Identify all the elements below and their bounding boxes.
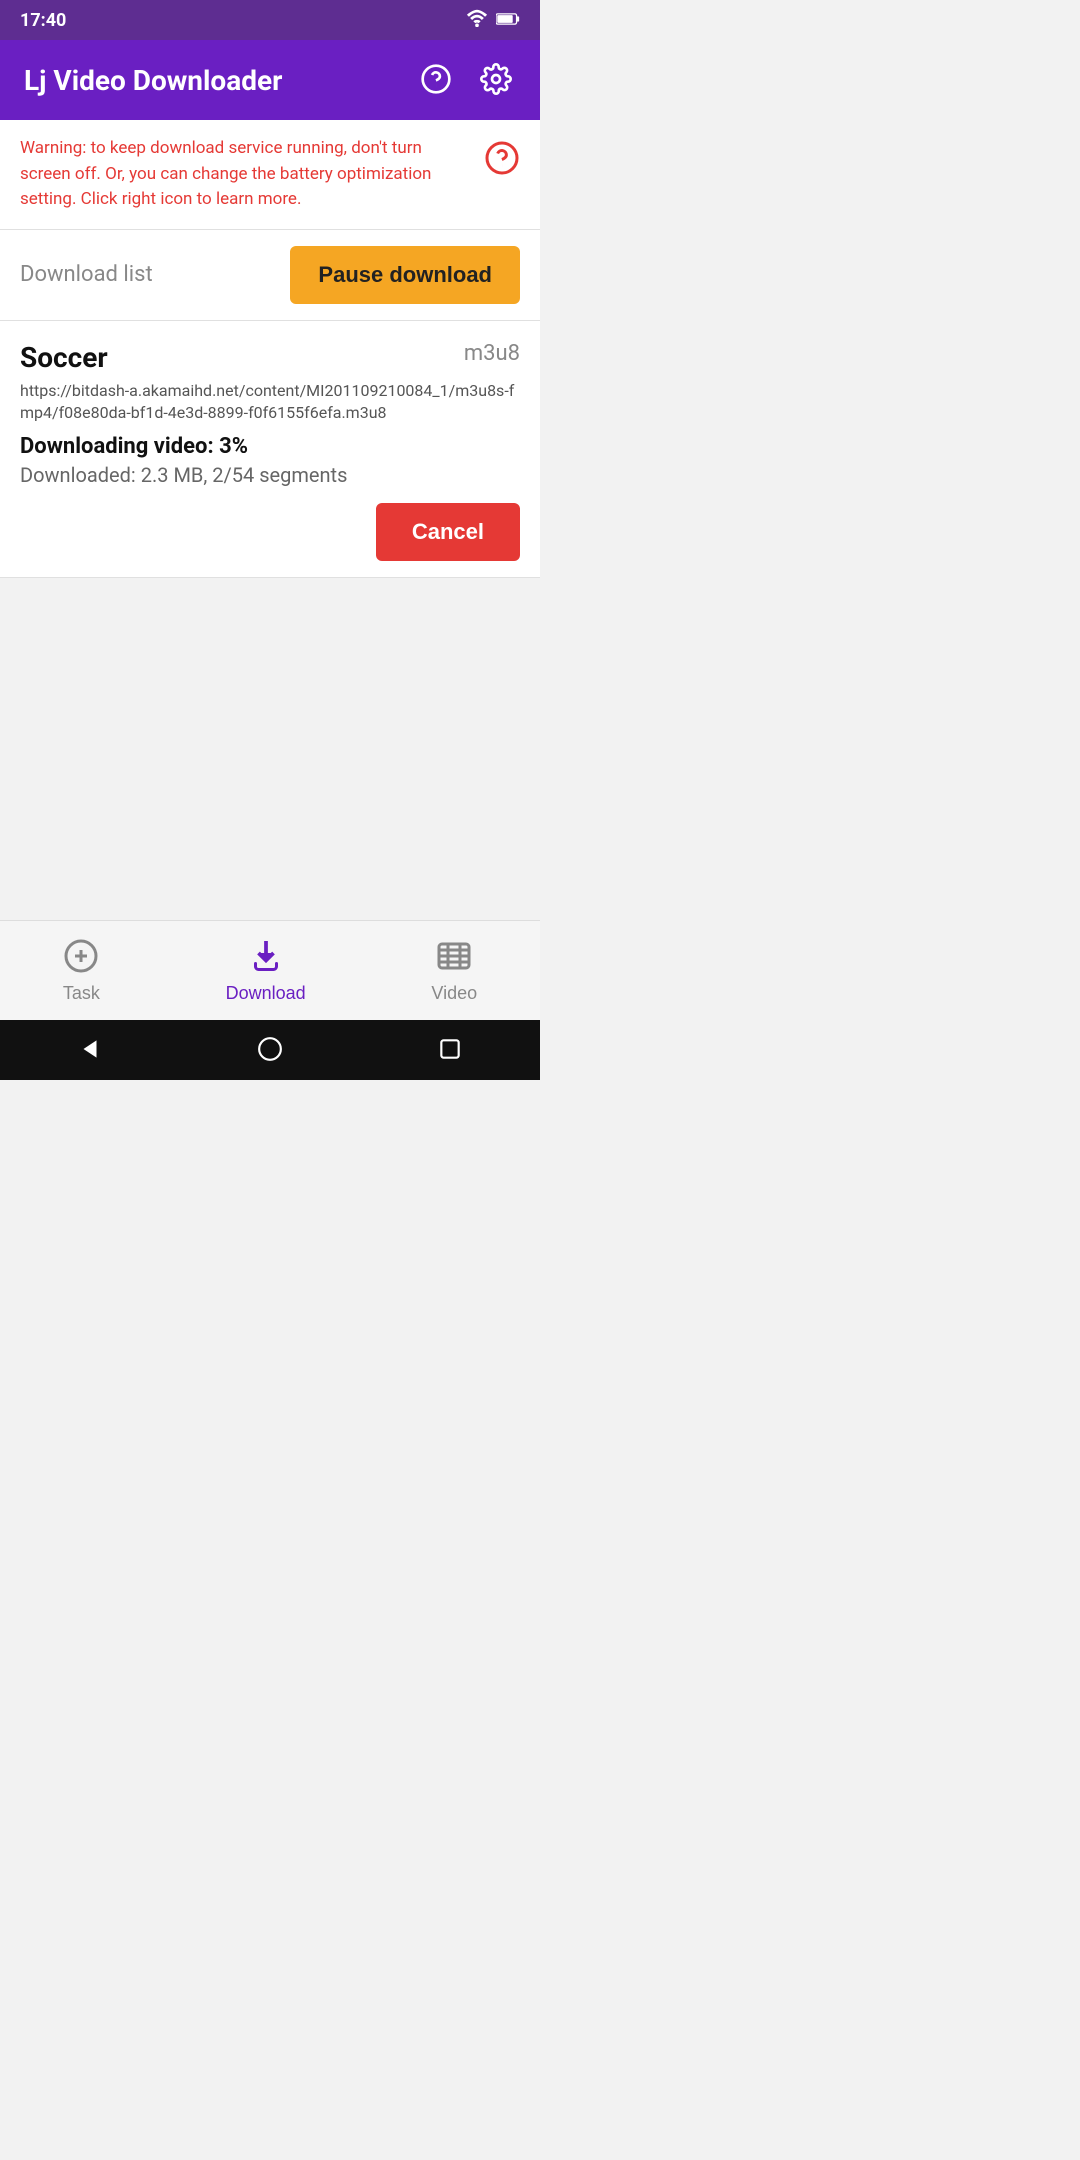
recent-button[interactable] bbox=[429, 1028, 471, 1073]
app-bar: Lj Video Downloader bbox=[0, 40, 540, 120]
task-icon bbox=[63, 938, 99, 977]
status-time: 17:40 bbox=[20, 10, 66, 31]
app-title: Lj Video Downloader bbox=[24, 64, 282, 97]
wifi-icon bbox=[466, 9, 488, 31]
nav-video-label: Video bbox=[431, 983, 477, 1004]
section-header: Download list Pause download bbox=[0, 230, 540, 321]
nav-task-label: Task bbox=[63, 983, 100, 1004]
item-type: m3u8 bbox=[464, 341, 520, 366]
settings-icon-button[interactable] bbox=[476, 59, 516, 102]
status-bar: 17:40 bbox=[0, 0, 540, 40]
help-icon-button[interactable] bbox=[416, 59, 456, 102]
battery-icon bbox=[496, 11, 520, 30]
home-icon bbox=[257, 1036, 283, 1062]
nav-download-label: Download bbox=[226, 983, 306, 1004]
back-icon bbox=[77, 1036, 103, 1062]
item-url: https://bitdash-a.akamaihd.net/content/M… bbox=[20, 380, 520, 425]
nav-download[interactable]: Download bbox=[206, 930, 326, 1012]
nav-video[interactable]: Video bbox=[411, 930, 497, 1012]
item-header: Soccer m3u8 bbox=[20, 341, 520, 374]
pause-download-button[interactable]: Pause download bbox=[290, 246, 520, 304]
download-icon bbox=[248, 938, 284, 977]
bottom-nav: Task Download Video bbox=[0, 920, 540, 1020]
home-button[interactable] bbox=[249, 1028, 291, 1073]
warning-banner: Warning: to keep download service runnin… bbox=[0, 120, 540, 230]
help-circle-icon bbox=[420, 63, 452, 95]
item-name: Soccer bbox=[20, 341, 108, 374]
item-downloaded: Downloaded: 2.3 MB, 2/54 segments bbox=[20, 463, 520, 487]
video-icon bbox=[436, 938, 472, 977]
warning-text: Warning: to keep download service runnin… bbox=[20, 136, 470, 213]
system-nav-bar bbox=[0, 1020, 540, 1080]
warning-help-icon[interactable] bbox=[484, 140, 520, 180]
status-icons bbox=[466, 9, 520, 31]
section-title: Download list bbox=[20, 262, 153, 287]
app-bar-icons bbox=[416, 59, 516, 102]
recent-icon bbox=[437, 1036, 463, 1062]
item-progress: Downloading video: 3% bbox=[20, 434, 520, 459]
download-item: Soccer m3u8 https://bitdash-a.akamaihd.n… bbox=[0, 321, 540, 579]
cancel-button[interactable]: Cancel bbox=[376, 503, 520, 561]
back-button[interactable] bbox=[69, 1028, 111, 1073]
nav-task[interactable]: Task bbox=[43, 930, 120, 1012]
settings-icon bbox=[480, 63, 512, 95]
